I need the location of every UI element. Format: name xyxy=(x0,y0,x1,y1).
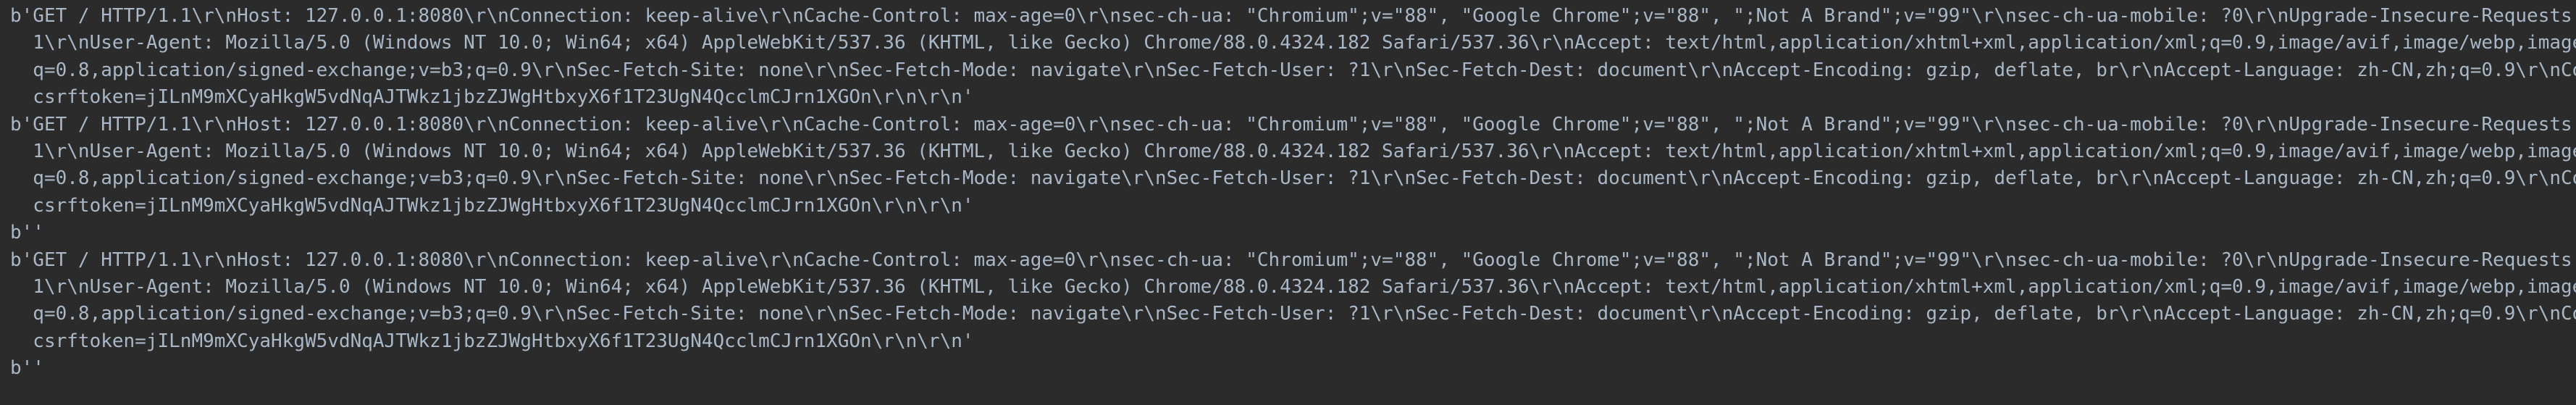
console-line: b'' xyxy=(10,357,44,380)
console-line: 1\r\nUser-Agent: Mozilla/5.0 (Windows NT… xyxy=(10,275,2576,298)
console-line: b'GET / HTTP/1.1\r\nHost: 127.0.0.1:8080… xyxy=(10,249,2576,271)
console-line: q=0.8,application/signed-exchange;v=b3;q… xyxy=(10,167,2576,190)
console-line: 1\r\nUser-Agent: Mozilla/5.0 (Windows NT… xyxy=(10,140,2576,162)
console-line: b'GET / HTTP/1.1\r\nHost: 127.0.0.1:8080… xyxy=(10,113,2576,135)
console-line: b'' xyxy=(10,222,44,244)
console-line: csrftoken=jILnM9mXCyaHkgW5vdNqAJTWkz1jbz… xyxy=(10,86,974,109)
console-line: b'GET / HTTP/1.1\r\nHost: 127.0.0.1:8080… xyxy=(10,5,2576,27)
console-line: q=0.8,application/signed-exchange;v=b3;q… xyxy=(10,59,2576,81)
console-line: csrftoken=jILnM9mXCyaHkgW5vdNqAJTWkz1jbz… xyxy=(10,194,974,217)
console-line: q=0.8,application/signed-exchange;v=b3;q… xyxy=(10,303,2576,325)
console-output: b'GET / HTTP/1.1\r\nHost: 127.0.0.1:8080… xyxy=(0,0,2576,405)
console-line: csrftoken=jILnM9mXCyaHkgW5vdNqAJTWkz1jbz… xyxy=(10,330,974,352)
console-line: 1\r\nUser-Agent: Mozilla/5.0 (Windows NT… xyxy=(10,32,2576,54)
